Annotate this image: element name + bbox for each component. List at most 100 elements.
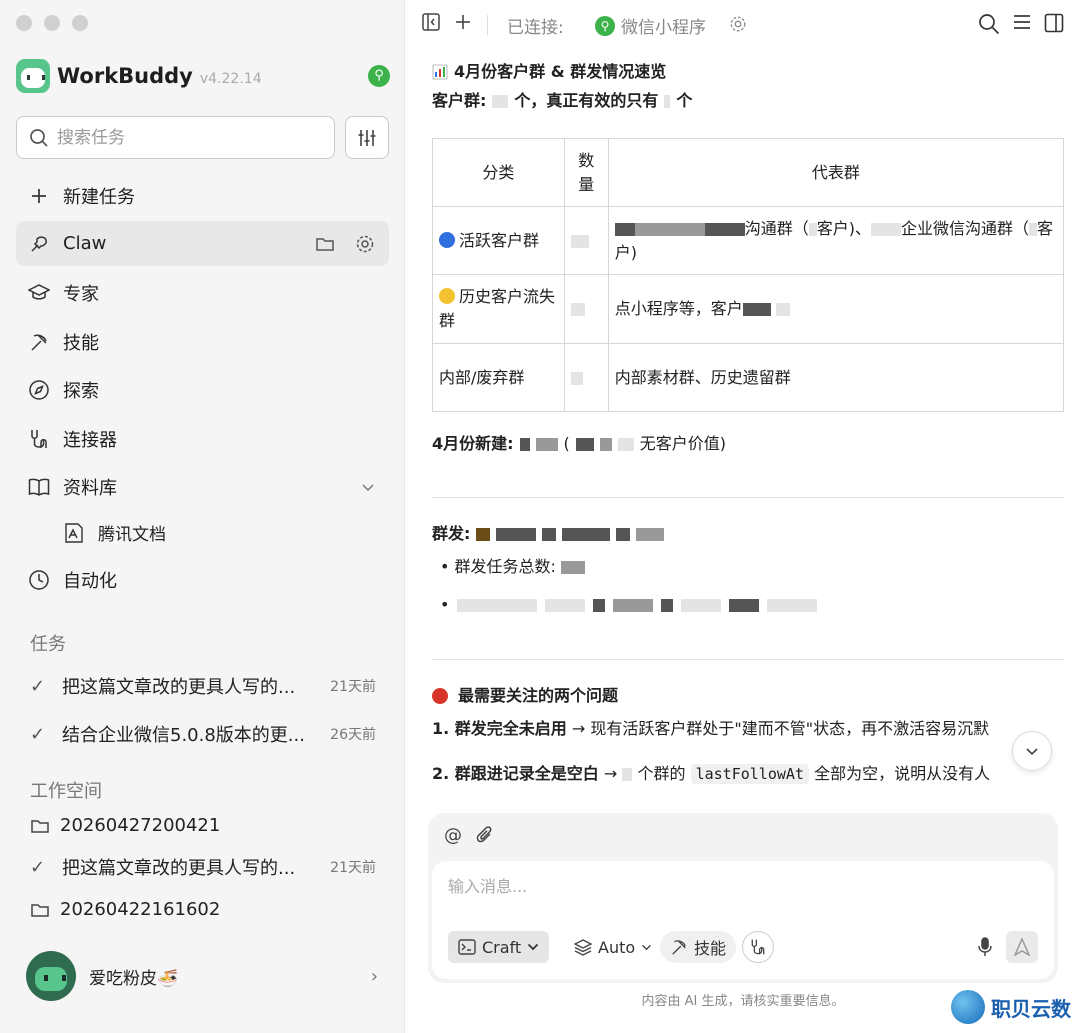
task-item[interactable]: ✓ 结合企业微信5.0.8版本的更... 26天前 bbox=[30, 721, 376, 747]
summary-heading: 4月份客户群 & 群发情况速览 bbox=[432, 60, 1064, 84]
mini-program-label: 微信小程序 bbox=[621, 18, 706, 38]
skills-button[interactable]: 技能 bbox=[660, 931, 737, 963]
message-input[interactable] bbox=[448, 873, 1028, 913]
watermark-text: 职贝云数 bbox=[991, 996, 1071, 1021]
mass-send-line: 群发: bbox=[432, 522, 665, 546]
table-cell: 沟通群（ 客户)、 企业微信沟通群（ 客户) bbox=[607, 206, 1065, 275]
redacted-block bbox=[561, 561, 586, 574]
settings-gear-icon[interactable] bbox=[355, 234, 375, 254]
menu-icon[interactable] bbox=[1012, 13, 1032, 31]
workspace-item[interactable]: 20260427200421 bbox=[30, 815, 220, 836]
task-time: 21天前 bbox=[330, 679, 376, 695]
issue-1: 1. 群发完全未启用 → 现有活跃客户群处于"建而不管"状态，再不激活容易沉默 bbox=[432, 719, 990, 738]
redacted-block bbox=[476, 527, 491, 541]
yellow-circle-icon bbox=[439, 288, 455, 304]
new-tab-plus-icon[interactable] bbox=[454, 13, 472, 31]
table-cell bbox=[563, 206, 609, 275]
sliders-icon bbox=[358, 129, 376, 146]
table-cell: 历史客户流失群 bbox=[432, 274, 565, 344]
filter-button[interactable] bbox=[345, 116, 389, 159]
paperclip-icon[interactable] bbox=[476, 825, 494, 845]
pickaxe-icon bbox=[672, 940, 686, 955]
side-panel-icon[interactable] bbox=[1044, 13, 1064, 33]
library-sub-label: 腾讯文档 bbox=[98, 525, 166, 545]
graduation-cap-icon bbox=[28, 282, 50, 304]
nav-automation[interactable]: 自动化 bbox=[16, 557, 389, 602]
scroll-to-bottom-button[interactable] bbox=[1012, 731, 1052, 771]
search-icon[interactable] bbox=[978, 13, 1000, 35]
workspace-task-item[interactable]: ✓ 把这篇文章改的更具人写的... 21天前 bbox=[30, 854, 376, 880]
folder-icon bbox=[31, 819, 49, 833]
table-row: 历史客户流失群 点小程序等，客户 bbox=[432, 274, 1065, 344]
document-icon bbox=[65, 522, 83, 543]
toggle-sidebar-icon[interactable] bbox=[422, 13, 440, 31]
model-label: Auto bbox=[598, 937, 636, 957]
chevron-down-icon[interactable] bbox=[361, 476, 375, 497]
redacted-block bbox=[661, 598, 674, 612]
link-status-icon[interactable]: ⚲ bbox=[368, 65, 390, 87]
brand: WorkBuddy v4.22.14 ⚲ bbox=[16, 59, 390, 93]
nav-label: 探索 bbox=[63, 380, 99, 402]
nav-expert[interactable]: 专家 bbox=[16, 270, 389, 315]
mode-select[interactable]: Craft bbox=[448, 931, 550, 963]
redacted-block bbox=[729, 598, 760, 612]
mass-detail-item: • bbox=[440, 593, 818, 617]
mode-label: Craft bbox=[482, 937, 522, 957]
redacted-block bbox=[613, 598, 654, 612]
search-input[interactable] bbox=[57, 127, 297, 148]
connector-settings-gear-icon[interactable] bbox=[729, 15, 747, 33]
table-cell bbox=[563, 343, 609, 412]
table-cell: 内部素材群、历史遗留群 bbox=[607, 343, 1065, 412]
folder-icon[interactable] bbox=[315, 235, 335, 253]
redacted-block bbox=[496, 527, 537, 541]
send-button[interactable] bbox=[1006, 931, 1038, 963]
nav-explore[interactable]: 探索 bbox=[16, 367, 389, 412]
skills-label: 技能 bbox=[694, 939, 727, 958]
library-sub-tencent-docs[interactable]: 腾讯文档 bbox=[62, 520, 166, 545]
redacted-block bbox=[599, 437, 612, 451]
connector-button[interactable] bbox=[742, 931, 774, 963]
send-arrow-icon bbox=[1014, 938, 1030, 956]
nav-claw[interactable]: Claw bbox=[16, 221, 389, 266]
minimize-window-button[interactable] bbox=[44, 15, 60, 31]
microphone-icon[interactable] bbox=[978, 937, 992, 961]
nav-skills[interactable]: 技能 bbox=[16, 319, 389, 364]
window-controls bbox=[16, 15, 88, 31]
nav-connectors[interactable]: 连接器 bbox=[16, 416, 389, 461]
table-cell bbox=[563, 274, 609, 344]
chat-content: 4月份客户群 & 群发情况速览 客户群: 个，真正有效的只有 个 分类 数量 代… bbox=[432, 60, 1065, 784]
mass-total-item: • 群发任务总数: bbox=[440, 555, 586, 579]
code-span: lastFollowAt bbox=[690, 764, 809, 784]
redacted-block bbox=[742, 303, 771, 316]
redacted-block bbox=[562, 527, 611, 541]
table-row: 活跃客户群 沟通群（ 客户)、 企业微信沟通群（ 客户) bbox=[432, 206, 1065, 275]
topbar: 已连接: ⚲ 微信小程序 bbox=[406, 0, 1080, 50]
task-item[interactable]: ✓ 把这篇文章改的更具人写的... 21天前 bbox=[30, 673, 376, 699]
workspace-item[interactable]: 20260422161602 bbox=[30, 899, 220, 920]
main-panel: 已连接: ⚲ 微信小程序 4月份客户群 & 群发情况速览 客户群: 个，真正有效… bbox=[406, 0, 1080, 1033]
mini-program-connector[interactable]: ⚲ 微信小程序 bbox=[595, 13, 706, 38]
maximize-window-button[interactable] bbox=[72, 15, 88, 31]
redacted-block bbox=[616, 527, 631, 541]
user-profile[interactable]: 爱吃粉皮🍜 › bbox=[26, 951, 378, 1001]
close-window-button[interactable] bbox=[16, 15, 32, 31]
redacted-block bbox=[871, 222, 902, 236]
nav-new-task[interactable]: 新建任务 bbox=[16, 173, 389, 218]
red-circle-icon bbox=[432, 688, 448, 704]
redacted-block bbox=[664, 94, 671, 108]
group-count-line: 客户群: 个，真正有效的只有 个 bbox=[432, 91, 693, 110]
search-task-box[interactable] bbox=[16, 116, 335, 159]
check-icon: ✓ bbox=[30, 856, 46, 878]
divider bbox=[432, 659, 1064, 660]
at-mention-icon[interactable]: @ bbox=[444, 825, 462, 846]
watermark: 职贝云数 bbox=[951, 990, 1071, 1024]
app-version: v4.22.14 bbox=[199, 70, 262, 87]
chevron-down-icon bbox=[642, 944, 652, 950]
redacted-block bbox=[1029, 222, 1038, 236]
claw-icon bbox=[28, 233, 50, 255]
redacted-block bbox=[614, 222, 635, 236]
workspace-name: 20260427200421 bbox=[60, 815, 221, 836]
folder-icon bbox=[31, 903, 49, 917]
model-select[interactable]: Auto bbox=[564, 931, 662, 963]
nav-library[interactable]: 资料库 bbox=[16, 464, 389, 509]
